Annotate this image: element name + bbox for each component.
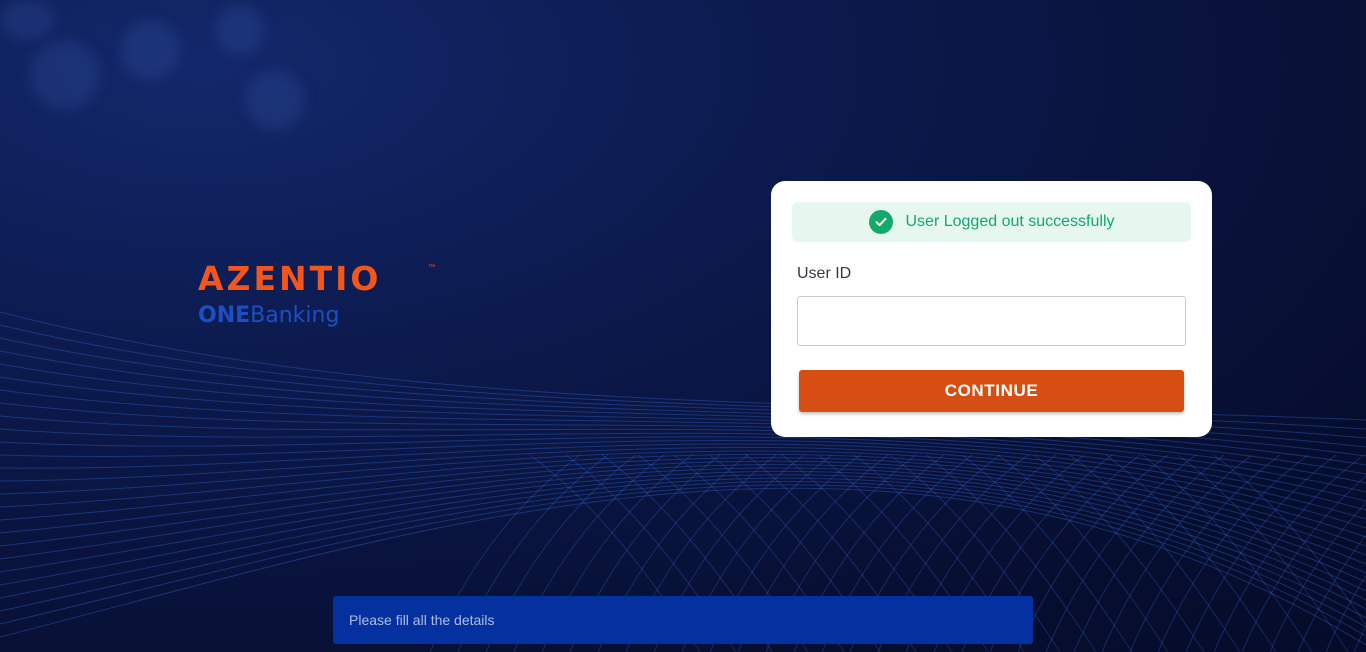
success-alert: User Logged out successfully — [792, 202, 1191, 242]
azentio-logo: AZENTIO ™ ONEBanking — [198, 262, 458, 342]
check-circle-icon — [868, 210, 893, 234]
logo-wordmark: AZENTIO — [198, 259, 382, 298]
alert-message: User Logged out successfully — [905, 213, 1115, 230]
logo-product-light: Banking — [250, 303, 340, 328]
logo-product-bold: ONE — [198, 303, 251, 328]
logo-product-name: ONEBanking — [198, 304, 339, 328]
login-page: AZENTIO ™ ONEBanking User Logged out suc… — [0, 0, 1366, 652]
continue-button[interactable]: CONTINUE — [799, 370, 1184, 412]
logo-trademark: ™ — [428, 264, 435, 271]
user-id-label: User ID — [797, 265, 852, 282]
validation-toast: Please fill all the details — [333, 596, 1033, 644]
login-card: User Logged out successfully User ID CON… — [771, 181, 1212, 437]
toast-message: Please fill all the details — [349, 612, 495, 628]
user-id-input[interactable] — [797, 296, 1186, 346]
